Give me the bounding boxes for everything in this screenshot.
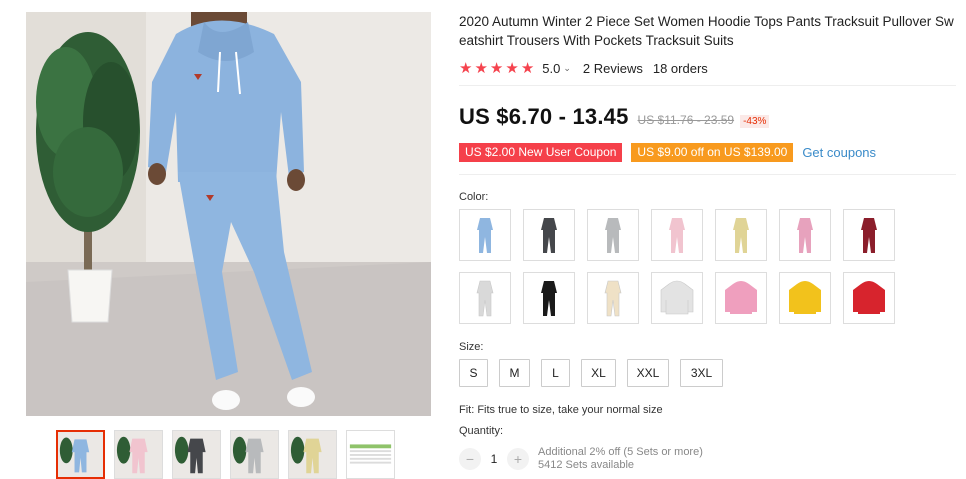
color-swatch-beige[interactable] — [587, 272, 639, 324]
thumbnail-strip — [56, 430, 395, 479]
coupon-row: US $2.00 New User Coupon US $9.00 off on… — [459, 143, 876, 162]
color-swatch-rose-pink[interactable] — [779, 209, 831, 261]
divider — [459, 85, 956, 86]
color-swatch-pink-hoodie[interactable] — [715, 272, 767, 324]
color-swatch-dark-gray[interactable] — [523, 209, 575, 261]
rating-score[interactable]: 5.0 — [542, 61, 560, 76]
swatch-image — [477, 218, 493, 253]
chevron-down-icon[interactable]: ⌄ — [563, 63, 571, 74]
thumbnail-dark-gray[interactable] — [172, 430, 221, 479]
main-product-image[interactable] — [26, 12, 431, 416]
thumbnail-khaki[interactable] — [288, 430, 337, 479]
thumbnail-light-gray[interactable] — [230, 430, 279, 479]
swatch-image — [541, 218, 557, 253]
thumbnail-size-chart[interactable] — [346, 430, 395, 479]
quantity-stepper: − 1 + Additional 2% off (5 Sets or more)… — [459, 446, 703, 472]
swatch-image — [725, 281, 757, 314]
swatch-image — [733, 218, 749, 253]
size-option-s[interactable]: S — [459, 359, 488, 387]
fit-note: Fit: Fits true to size, take your normal… — [459, 404, 663, 416]
current-price: US $6.70 - 13.45 — [459, 104, 629, 129]
decrease-quantity-button[interactable]: − — [459, 448, 481, 470]
color-swatch-white-hoodie[interactable] — [651, 272, 703, 324]
thumbnail-image — [231, 431, 278, 478]
swatch-image — [669, 218, 685, 253]
color-label: Color: — [459, 191, 489, 203]
product-info: 2020 Autumn Winter 2 Piece Set Women Hoo… — [459, 12, 959, 77]
swatch-image — [861, 218, 877, 253]
quantity-note: Additional 2% off (5 Sets or more) 5412 … — [538, 446, 703, 472]
star-icon: ★ — [474, 59, 488, 77]
price-row: US $6.70 - 13.45 US $11.76 - 23.59 -43% — [459, 104, 770, 130]
thumbnail-pink[interactable] — [114, 430, 163, 479]
color-swatch-red-hoodie[interactable] — [843, 272, 895, 324]
swatch-image — [605, 218, 621, 253]
size-chart-image — [347, 431, 394, 478]
star-icon: ★ — [489, 59, 504, 77]
size-options: S M L XL XXL 3XL — [459, 359, 723, 387]
quantity-input[interactable]: 1 — [481, 452, 507, 466]
color-swatch-light-gray[interactable] — [587, 209, 639, 261]
bulk-discount-note: Additional 2% off (5 Sets or more) — [538, 446, 703, 458]
color-swatch-wine-red[interactable] — [843, 209, 895, 261]
swatch-image — [660, 280, 694, 315]
color-swatch-pink[interactable] — [651, 209, 703, 261]
color-swatch-white-gray[interactable] — [459, 272, 511, 324]
reviews-link[interactable]: 2 Reviews — [583, 61, 643, 76]
size-option-xl[interactable]: XL — [581, 359, 616, 387]
thumbnail-image — [289, 431, 336, 478]
star-icon: ★ — [520, 59, 535, 77]
color-swatch-yellow-hoodie[interactable] — [779, 272, 831, 324]
star-icon: ★ — [459, 59, 473, 77]
size-label: Size: — [459, 341, 484, 353]
orders-count: 18 orders — [652, 60, 708, 76]
swatch-image — [797, 218, 813, 253]
size-option-xxl[interactable]: XXL — [627, 359, 669, 387]
size-option-m[interactable]: M — [499, 359, 530, 387]
color-swatch-khaki[interactable] — [715, 209, 767, 261]
swatch-image — [541, 281, 557, 316]
product-title: 2020 Autumn Winter 2 Piece Set Women Hoo… — [459, 14, 954, 48]
get-coupons-link[interactable]: Get coupons — [802, 145, 876, 160]
original-price: US $11.76 - 23.59 — [637, 113, 735, 127]
rating-row: ★ ★ ★ ★ ★ 5.0 ⌄ 2 Reviews 18 orders — [459, 59, 959, 77]
color-swatch-black[interactable] — [523, 272, 575, 324]
discount-badge: -43% — [740, 115, 770, 128]
model-photo — [26, 12, 431, 416]
star-icon: ★ — [505, 59, 519, 77]
swatch-image — [476, 280, 494, 317]
swatch-image — [789, 281, 821, 314]
thumbnail-image — [58, 432, 103, 477]
size-option-l[interactable]: L — [541, 359, 570, 387]
divider — [459, 174, 956, 175]
size-option-3xl[interactable]: 3XL — [680, 359, 723, 387]
stock-available: 5412 Sets available — [538, 459, 635, 471]
new-user-coupon[interactable]: US $2.00 New User Coupon — [459, 143, 623, 162]
color-swatch-light-blue[interactable] — [459, 209, 511, 261]
swatch-image — [604, 280, 622, 317]
thumbnail-image — [173, 431, 220, 478]
quantity-label: Quantity: — [459, 425, 504, 437]
swatch-image — [853, 281, 885, 314]
thumbnail-image — [115, 431, 162, 478]
color-swatches — [459, 209, 899, 324]
increase-quantity-button[interactable]: + — [507, 448, 529, 470]
thumbnail-light-blue[interactable] — [56, 430, 105, 479]
store-coupon[interactable]: US $9.00 off on US $139.00 — [631, 143, 794, 162]
star-rating[interactable]: ★ ★ ★ ★ ★ — [459, 61, 534, 76]
